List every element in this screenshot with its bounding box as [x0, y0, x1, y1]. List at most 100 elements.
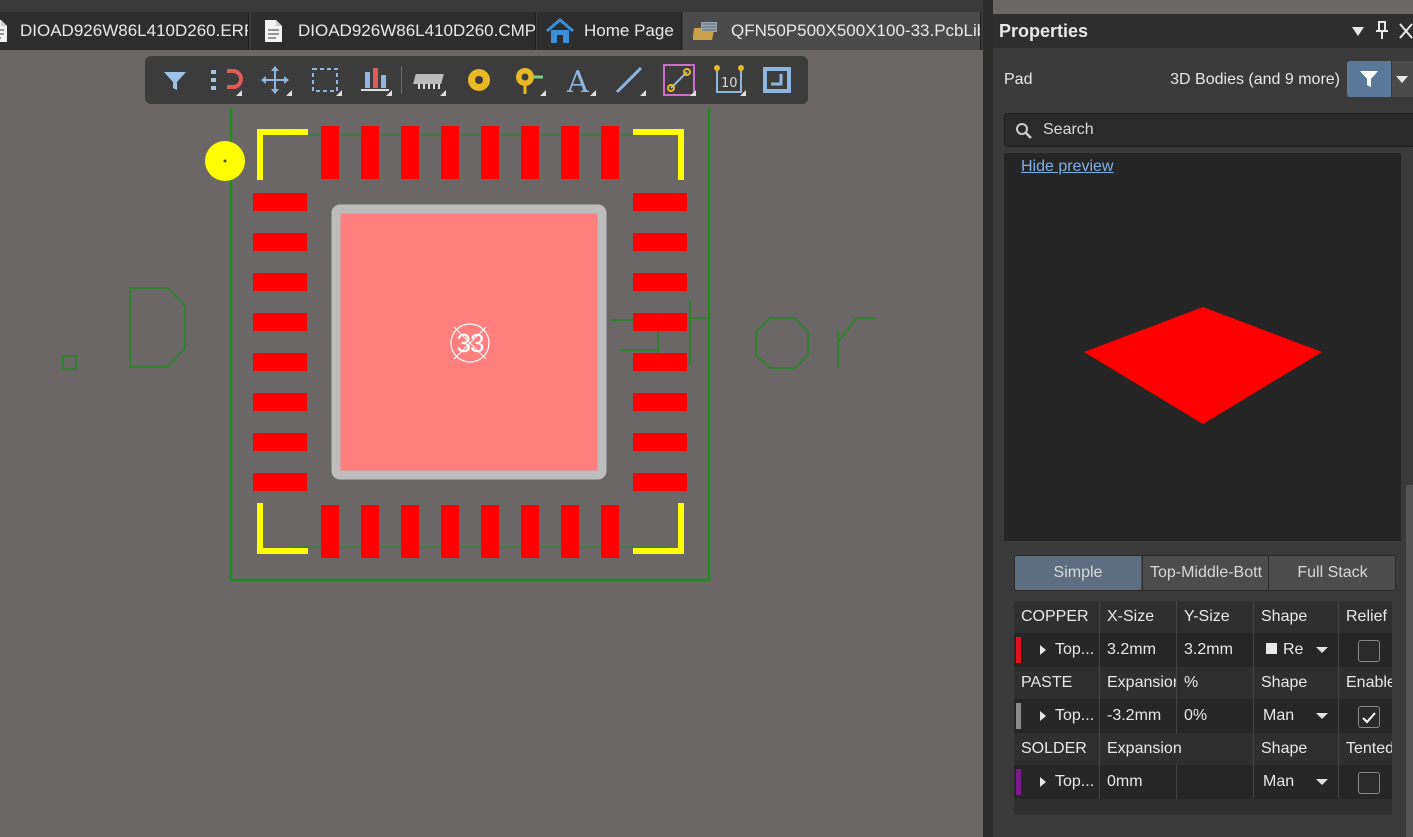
stack-mode-selector: Simple Top-Middle-Bott Full Stack	[1014, 555, 1396, 591]
chevron-down-icon	[1396, 76, 1408, 83]
shape-select[interactable]: Re	[1253, 633, 1338, 667]
shape-value: Man	[1263, 773, 1295, 790]
expand-arrow-icon	[1040, 644, 1046, 655]
copper-header-row: COPPER X-Size Y-Size Shape Relief	[1014, 601, 1392, 633]
solder-shape-select[interactable]: Man	[1253, 765, 1338, 799]
tab-label: DIOAD926W86L410D260.CMP	[298, 21, 536, 40]
solder-empty-cell	[1176, 765, 1253, 799]
line-tool-button[interactable]	[611, 62, 647, 98]
route-tool-button[interactable]	[207, 62, 243, 98]
filter-dropdown-button[interactable]	[1392, 61, 1413, 97]
svg-text:10: 10	[721, 76, 738, 91]
align-tool-button[interactable]	[357, 62, 393, 98]
panel-scrollbar[interactable]	[1406, 485, 1413, 837]
layer-name: Top...	[1055, 707, 1095, 724]
copper-data-row[interactable]: Top... 3.2mm 3.2mm Re	[1014, 633, 1392, 667]
close-icon[interactable]	[1399, 23, 1413, 39]
enable-header: Enable	[1338, 667, 1392, 699]
rectangle-shape-icon	[1266, 643, 1277, 654]
search-icon	[1016, 123, 1032, 139]
string-tool-button[interactable]: A	[561, 62, 597, 100]
layer-name: Top...	[1055, 773, 1095, 790]
tab-label: Home Page	[584, 21, 674, 40]
chevron-down-icon	[1316, 647, 1328, 653]
panel-splitter[interactable]	[983, 0, 993, 837]
stack-mode-top-middle-bottom[interactable]: Top-Middle-Bott	[1142, 556, 1269, 590]
tab-home-page[interactable]: Home Page	[537, 12, 682, 50]
solder-data-row[interactable]: Top... 0mm Man	[1014, 765, 1392, 799]
percent-header: %	[1176, 667, 1253, 699]
chevron-down-icon	[1316, 779, 1328, 785]
pad-number-label: 33	[456, 328, 485, 358]
document-icon	[0, 20, 7, 42]
panel-title: Properties	[999, 21, 1089, 41]
relief-checkbox[interactable]	[1358, 640, 1380, 662]
tented-checkbox[interactable]	[1358, 772, 1380, 794]
enable-checkbox[interactable]	[1358, 706, 1380, 728]
shape-value: Re	[1283, 641, 1304, 658]
layer-expand[interactable]: Top...	[1032, 633, 1099, 667]
x-size-field[interactable]: 3.2mm	[1099, 633, 1176, 667]
layer-expand[interactable]: Top...	[1032, 699, 1099, 733]
svg-text:A: A	[566, 65, 589, 98]
pad-3d-preview[interactable]: Hide preview	[1004, 153, 1401, 541]
component-tool-button[interactable]	[411, 62, 447, 98]
shape-header: Shape	[1253, 601, 1338, 633]
solder-expansion-field[interactable]: 0mm	[1099, 765, 1176, 799]
filter-icon	[1360, 71, 1378, 87]
expand-arrow-icon	[1040, 776, 1046, 787]
tab-cmp-file[interactable]: DIOAD926W86L410D260.CMP	[251, 12, 536, 50]
object-type-label: Pad	[1004, 71, 1033, 88]
properties-title-bar: Properties	[993, 14, 1413, 48]
pcb-canvas[interactable]: 33	[0, 50, 985, 837]
paste-data-row[interactable]: Top... -3.2mm 0% Man	[1014, 699, 1392, 733]
tented-cell	[1338, 765, 1392, 799]
region-tool-button[interactable]	[759, 62, 795, 98]
selection-filter-button[interactable]	[1347, 61, 1391, 97]
expansion-header: Expansion	[1099, 733, 1253, 765]
layer-color-swatch	[1016, 703, 1021, 729]
home-icon	[546, 18, 574, 43]
pcb-library-icon	[693, 22, 717, 40]
dimension-tool-button[interactable]	[661, 62, 697, 98]
net-label-tool-button[interactable]: 10	[711, 62, 747, 98]
select-tool-button[interactable]	[307, 62, 343, 98]
pad-icon	[468, 69, 490, 91]
paste-expansion-field[interactable]: -3.2mm	[1099, 699, 1176, 733]
checkmark-icon	[1362, 712, 1376, 724]
search-placeholder: Search	[1043, 121, 1094, 138]
tented-header: Tented	[1338, 733, 1392, 765]
filter-summary[interactable]: 3D Bodies (and 9 more)	[1170, 60, 1340, 100]
stack-mode-full-stack[interactable]: Full Stack	[1268, 556, 1395, 590]
shape-header: Shape	[1253, 667, 1338, 699]
y-size-field[interactable]: 3.2mm	[1176, 633, 1253, 667]
paste-shape-select[interactable]: Man	[1253, 699, 1338, 733]
pad-preview-shape	[1084, 307, 1322, 424]
pad-tool-button[interactable]	[461, 62, 497, 98]
via-tool-button[interactable]	[511, 62, 547, 98]
filter-tool-button[interactable]	[157, 62, 193, 98]
paste-header-row: PASTE Expansion % Shape Enable	[1014, 667, 1392, 699]
panel-menu-icon[interactable]	[1351, 24, 1365, 38]
move-tool-button[interactable]	[257, 62, 293, 98]
layer-color-swatch	[1016, 637, 1021, 663]
expansion-header: Expansion	[1099, 667, 1176, 699]
layer-expand[interactable]: Top...	[1032, 765, 1099, 799]
pad-stack-grid: COPPER X-Size Y-Size Shape Relief Top...…	[1014, 601, 1392, 815]
tab-label: DIOAD926W86L410D260.ERR	[20, 21, 249, 40]
shape-header: Shape	[1253, 733, 1338, 765]
tab-err-file[interactable]: DIOAD926W86L410D260.ERR	[0, 12, 249, 50]
tab-pcblib[interactable]: QFN50P500X500X100-33.PcbLib	[683, 12, 981, 50]
active-bar-toolbar: A 10	[145, 56, 808, 104]
pin-icon[interactable]	[1375, 21, 1389, 41]
relief-header: Relief	[1338, 601, 1392, 633]
layer-name: Top...	[1055, 641, 1095, 658]
stack-mode-simple[interactable]: Simple	[1015, 556, 1141, 590]
tab-label: QFN50P500X500X100-33.PcbLib	[731, 21, 981, 40]
paste-percent-field[interactable]: 0%	[1176, 699, 1253, 733]
copper-header: COPPER	[1021, 608, 1089, 625]
y-size-header: Y-Size	[1176, 601, 1253, 633]
shape-value: Man	[1263, 707, 1295, 724]
search-input[interactable]: Search	[1004, 113, 1413, 147]
solder-header-row: SOLDER Expansion Shape Tented	[1014, 733, 1392, 765]
